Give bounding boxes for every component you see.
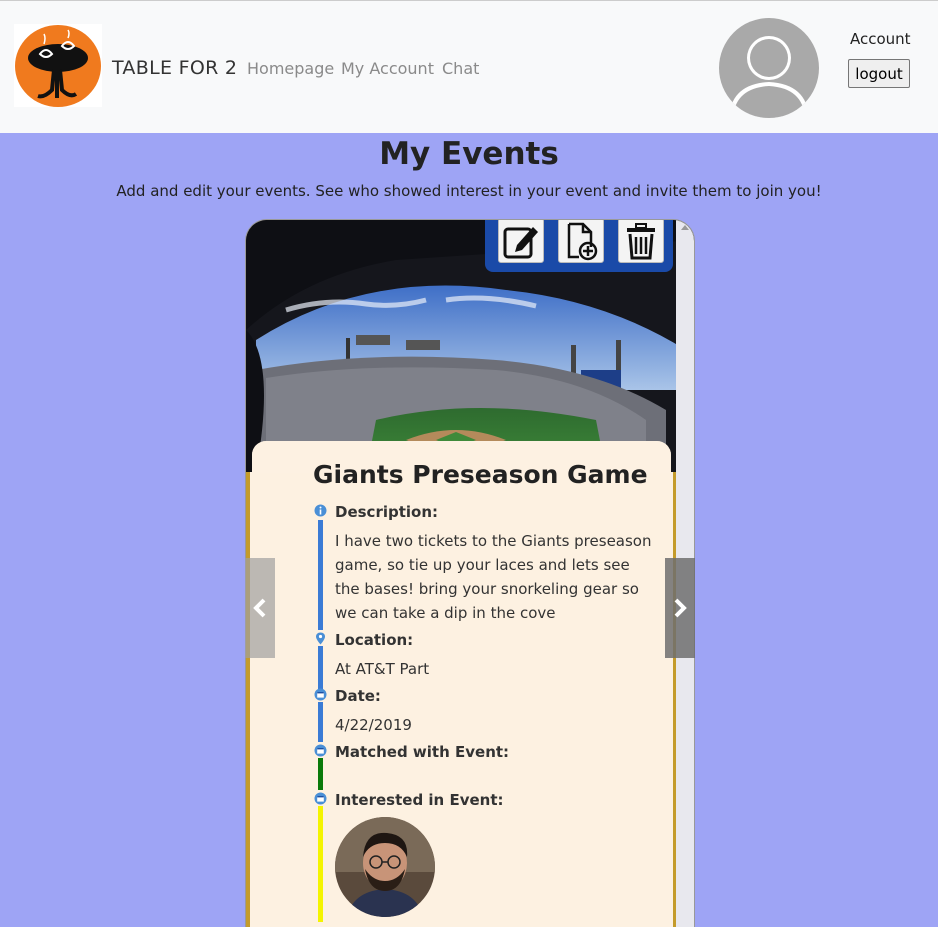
delete-event-button[interactable] [618, 220, 664, 263]
location-pin-icon [316, 632, 325, 645]
timeline-line-description [318, 520, 323, 630]
location-label: Location: [335, 631, 414, 649]
timeline-line-date [318, 702, 323, 742]
description-label: Description: [335, 503, 439, 521]
carousel-previous-button[interactable] [245, 558, 275, 658]
event-toolbar [485, 220, 673, 272]
page-subtitle: Add and edit your events. See who showed… [116, 182, 822, 200]
timeline-line-matched [318, 758, 323, 790]
location-text: At AT&T Part [335, 660, 430, 678]
timeline-line-location [318, 646, 323, 690]
interested-user-avatar[interactable] [335, 817, 435, 917]
description-text: I have two tickets to the Giants preseas… [335, 532, 652, 622]
interested-label: Interested in Event: [335, 791, 504, 809]
event-card: Giants Preseason Game Description: I hav… [245, 219, 695, 927]
interested-icon [314, 792, 327, 805]
nav-link-chat[interactable]: Chat [442, 59, 479, 78]
matched-label: Matched with Event: [335, 743, 510, 761]
date-text: 4/22/2019 [335, 716, 412, 734]
navbar: TABLE FOR 2 Homepage My Account Chat Acc… [0, 0, 938, 133]
chevron-left-icon [253, 598, 266, 618]
event-title: Giants Preseason Game [313, 460, 648, 489]
info-icon [314, 504, 327, 517]
edit-event-button[interactable] [498, 220, 544, 263]
chevron-right-icon [674, 598, 687, 618]
nav-link-homepage[interactable]: Homepage [247, 59, 334, 78]
user-avatar[interactable] [719, 18, 819, 118]
carousel-next-button[interactable] [665, 558, 695, 658]
page-title: My Events [379, 136, 559, 172]
add-event-button[interactable] [558, 220, 604, 263]
brand-logo[interactable] [14, 24, 102, 107]
card-border-left [246, 472, 250, 927]
add-file-icon [567, 222, 598, 260]
account-label: Account [850, 30, 911, 48]
brand-name[interactable]: TABLE FOR 2 [112, 57, 237, 79]
trash-icon [627, 222, 655, 259]
scroll-up-icon[interactable] [681, 225, 689, 230]
edit-icon [503, 226, 538, 258]
logout-button[interactable]: logout [848, 59, 910, 88]
date-label: Date: [335, 687, 381, 705]
calendar-icon [314, 688, 327, 701]
timeline-line-interested [318, 806, 323, 922]
matched-icon [314, 744, 327, 757]
nav-link-my-account[interactable]: My Account [341, 59, 434, 78]
